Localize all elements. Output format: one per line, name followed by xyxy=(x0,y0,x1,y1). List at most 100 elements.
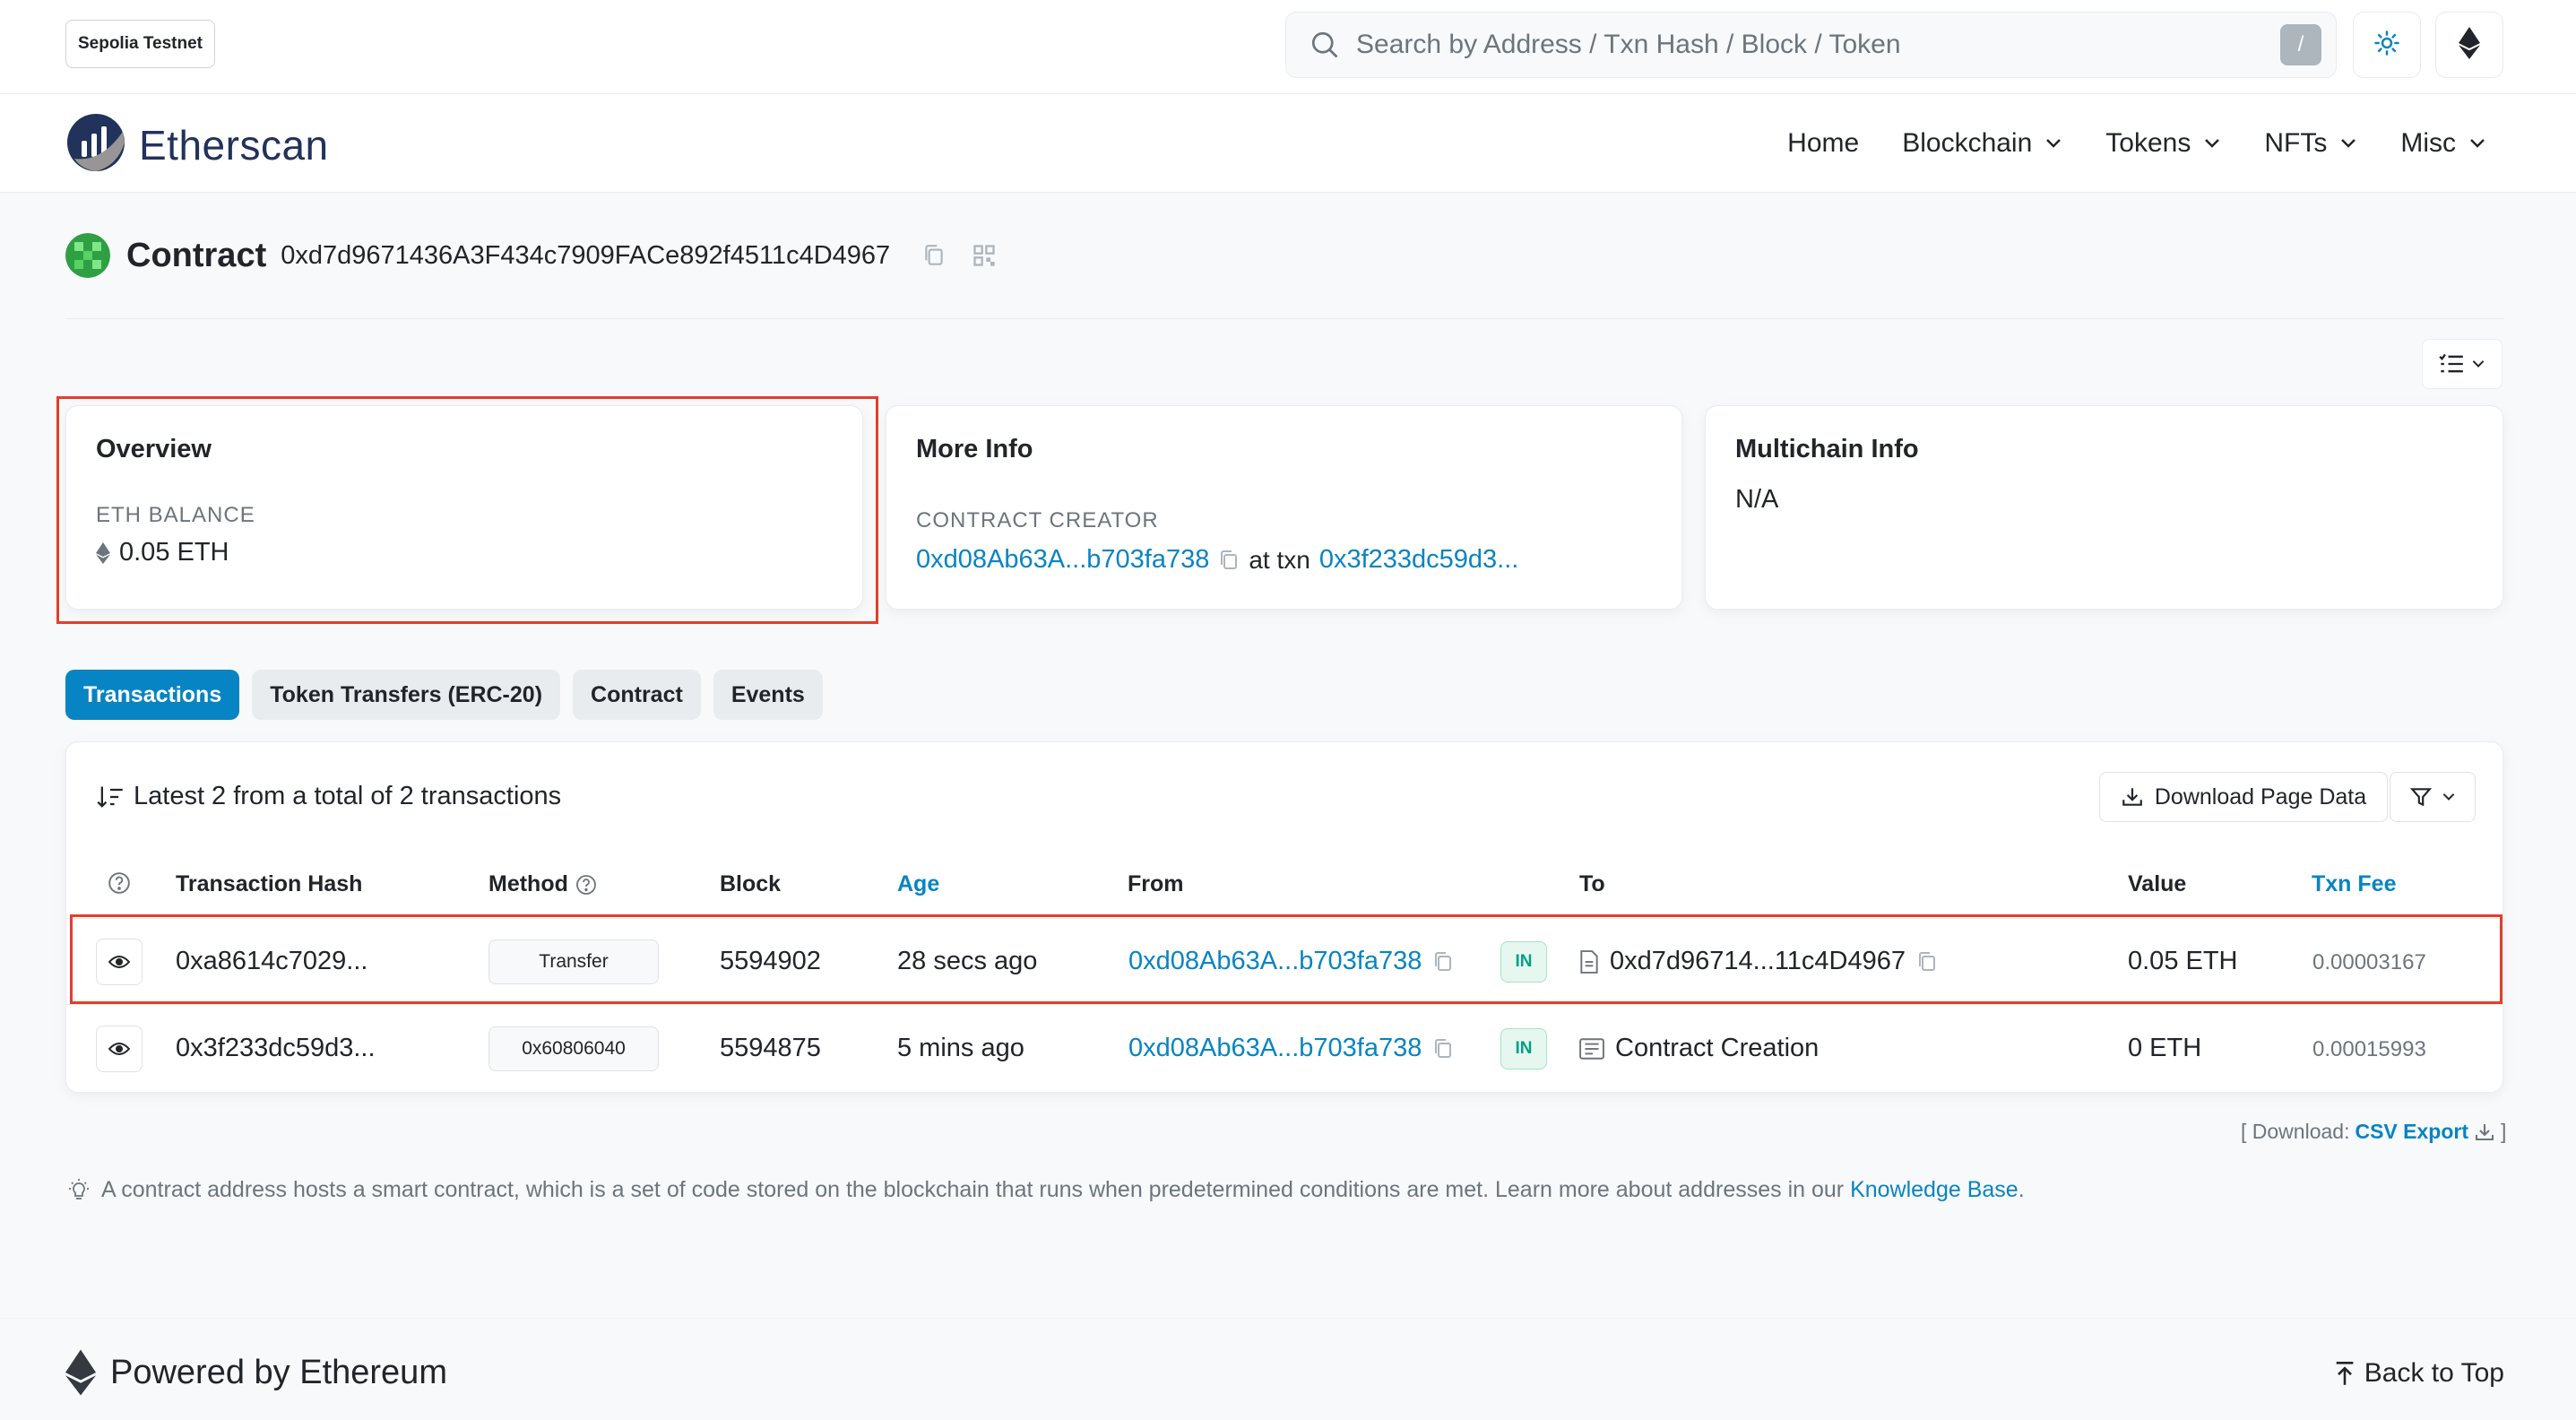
block-link[interactable]: 5594875 xyxy=(720,1034,821,1063)
first-row-highlight-box xyxy=(70,914,2503,1004)
nav-blockchain-label: Blockchain xyxy=(1902,128,2033,158)
qr-code-icon[interactable] xyxy=(971,242,998,269)
chevron-down-icon xyxy=(2205,139,2220,148)
lightbulb-icon xyxy=(69,1178,89,1199)
nav-blockchain[interactable]: Blockchain xyxy=(1902,128,2062,159)
more-info-title: More Info xyxy=(916,435,1033,463)
th-age[interactable]: Age xyxy=(897,871,939,897)
txn-hash-link[interactable]: 0x3f233dc59d3... xyxy=(176,1034,376,1063)
txn-value: 0 ETH xyxy=(2128,1034,2202,1062)
nav-tokens-label: Tokens xyxy=(2105,128,2191,158)
th-method: Method xyxy=(488,871,597,897)
top-bar: Sepolia Testnet / xyxy=(0,0,2576,94)
csv-prefix: [ Download: xyxy=(2241,1120,2350,1143)
arrow-up-icon xyxy=(2336,1362,2354,1385)
etherscan-logo-icon xyxy=(65,112,126,178)
contract-creator-label: CONTRACT CREATOR xyxy=(916,508,1159,532)
network-select-button[interactable] xyxy=(2435,12,2503,78)
contract-avatar xyxy=(65,233,110,278)
csv-export-link[interactable]: CSV Export xyxy=(2355,1120,2468,1144)
tab-contract[interactable]: Contract xyxy=(573,670,701,720)
creator-address-link[interactable]: 0xd08Ab63A...b703fa738 xyxy=(916,545,1209,575)
list-icon xyxy=(2439,353,2463,373)
contract-address: 0xd7d9671436A3F434c7909FACe892f4511c4D49… xyxy=(281,240,891,270)
multichain-title: Multichain Info xyxy=(1735,435,1919,463)
th-txn-fee[interactable]: Txn Fee xyxy=(2312,871,2396,897)
download-icon[interactable] xyxy=(2474,1121,2495,1143)
nav-tokens[interactable]: Tokens xyxy=(2105,128,2221,159)
nav-menu: Home Blockchain Tokens NFTs Misc xyxy=(1787,94,2486,193)
back-to-top-label: Back to Top xyxy=(2364,1358,2504,1388)
chevron-down-icon xyxy=(2470,139,2485,148)
view-options-button[interactable] xyxy=(2422,339,2503,389)
csv-export: [ Download: CSV Export ] xyxy=(2241,1120,2506,1144)
ethereum-icon xyxy=(2459,26,2480,64)
footer-brand: Powered by Ethereum xyxy=(65,1349,447,1396)
txn-fee: 0.00015993 xyxy=(2312,1037,2426,1061)
method-badge: 0x60806040 xyxy=(488,1026,659,1071)
from-address-link[interactable]: 0xd08Ab63A...b703fa738 xyxy=(1128,1034,1422,1063)
multichain-value-text: N/A xyxy=(1735,485,1779,514)
copy-icon[interactable] xyxy=(1432,1037,1454,1061)
footer: Powered by Ethereum Back to Top xyxy=(0,1318,2576,1420)
note-body: A contract address hosts a smart contrac… xyxy=(101,1177,1845,1202)
to-cell: Contract Creation xyxy=(1579,1034,1819,1063)
contract-header: Contract 0xd7d9671436A3F434c7909FACe892f… xyxy=(65,229,998,282)
contract-label: Contract xyxy=(126,236,267,274)
search-box[interactable]: / xyxy=(1285,12,2337,78)
chevron-down-icon xyxy=(2046,139,2062,148)
back-to-top-button[interactable]: Back to Top xyxy=(2334,1358,2504,1389)
network-badge[interactable]: Sepolia Testnet xyxy=(65,20,215,68)
txn-age: 5 mins ago xyxy=(897,1034,1024,1062)
info-icon[interactable] xyxy=(575,874,597,896)
chevron-down-icon xyxy=(2472,360,2485,368)
brand-name: Etherscan xyxy=(139,121,329,169)
th-from: From xyxy=(1128,871,1184,896)
th-to: To xyxy=(1579,871,1605,896)
th-transaction-hash: Transaction Hash xyxy=(176,871,363,896)
nav-nfts[interactable]: NFTs xyxy=(2264,128,2357,159)
address-tabs: Transactions Token Transfers (ERC-20) Co… xyxy=(65,670,823,720)
download-page-data-button[interactable]: Download Page Data xyxy=(2099,772,2388,822)
help-icon[interactable] xyxy=(108,871,131,895)
main-navbar: Etherscan Home Blockchain Tokens NFTs Mi… xyxy=(0,94,2576,193)
nav-home[interactable]: Home xyxy=(1787,128,1859,159)
direction-badge: IN xyxy=(1500,1028,1547,1069)
nav-home-label: Home xyxy=(1787,128,1860,158)
overview-highlight-box xyxy=(56,396,878,624)
header-divider xyxy=(65,318,2503,319)
ethereum-icon xyxy=(65,1349,96,1396)
filter-button[interactable] xyxy=(2390,772,2476,822)
nav-nfts-label: NFTs xyxy=(2264,128,2328,158)
filter-icon xyxy=(2409,788,2433,807)
sun-icon xyxy=(2373,30,2400,61)
brand-logo[interactable]: Etherscan xyxy=(65,112,329,178)
chevron-down-icon xyxy=(2442,793,2455,801)
nav-misc[interactable]: Misc xyxy=(2400,128,2486,159)
tab-transactions[interactable]: Transactions xyxy=(65,670,240,720)
note-end: . xyxy=(2018,1177,2025,1202)
theme-toggle-button[interactable] xyxy=(2353,12,2421,78)
at-txn-label: at txn xyxy=(1249,545,1310,574)
search-input[interactable] xyxy=(1356,18,2280,72)
row-divider xyxy=(66,1004,2504,1005)
download-icon xyxy=(2122,788,2142,806)
from-cell: 0xd08Ab63A...b703fa738 xyxy=(1128,1034,1454,1063)
knowledge-base-link[interactable]: Knowledge Base xyxy=(1850,1177,2018,1202)
contract-info-note: A contract address hosts a smart contrac… xyxy=(65,1177,2025,1203)
tab-token-transfers[interactable]: Token Transfers (ERC-20) xyxy=(252,670,561,720)
th-block: Block xyxy=(720,871,782,896)
copy-address-icon[interactable] xyxy=(921,242,947,269)
tab-events[interactable]: Events xyxy=(713,670,823,720)
multichain-value: N/A xyxy=(1735,485,1778,515)
copy-icon[interactable] xyxy=(1218,549,1240,572)
search-icon xyxy=(1306,26,1344,64)
to-contract-creation: Contract Creation xyxy=(1615,1034,1820,1062)
search-shortcut-key: / xyxy=(2280,24,2321,65)
preview-txn-button[interactable] xyxy=(96,1026,143,1072)
csv-suffix: ] xyxy=(2501,1120,2507,1143)
more-info-card: More Info CONTRACT CREATOR 0xd08Ab63A...… xyxy=(886,405,1682,610)
eye-icon xyxy=(108,1043,130,1055)
creator-txn-link[interactable]: 0x3f233dc59d3... xyxy=(1319,545,1519,575)
txn-summary: Latest 2 from a total of 2 transactions xyxy=(96,782,561,811)
